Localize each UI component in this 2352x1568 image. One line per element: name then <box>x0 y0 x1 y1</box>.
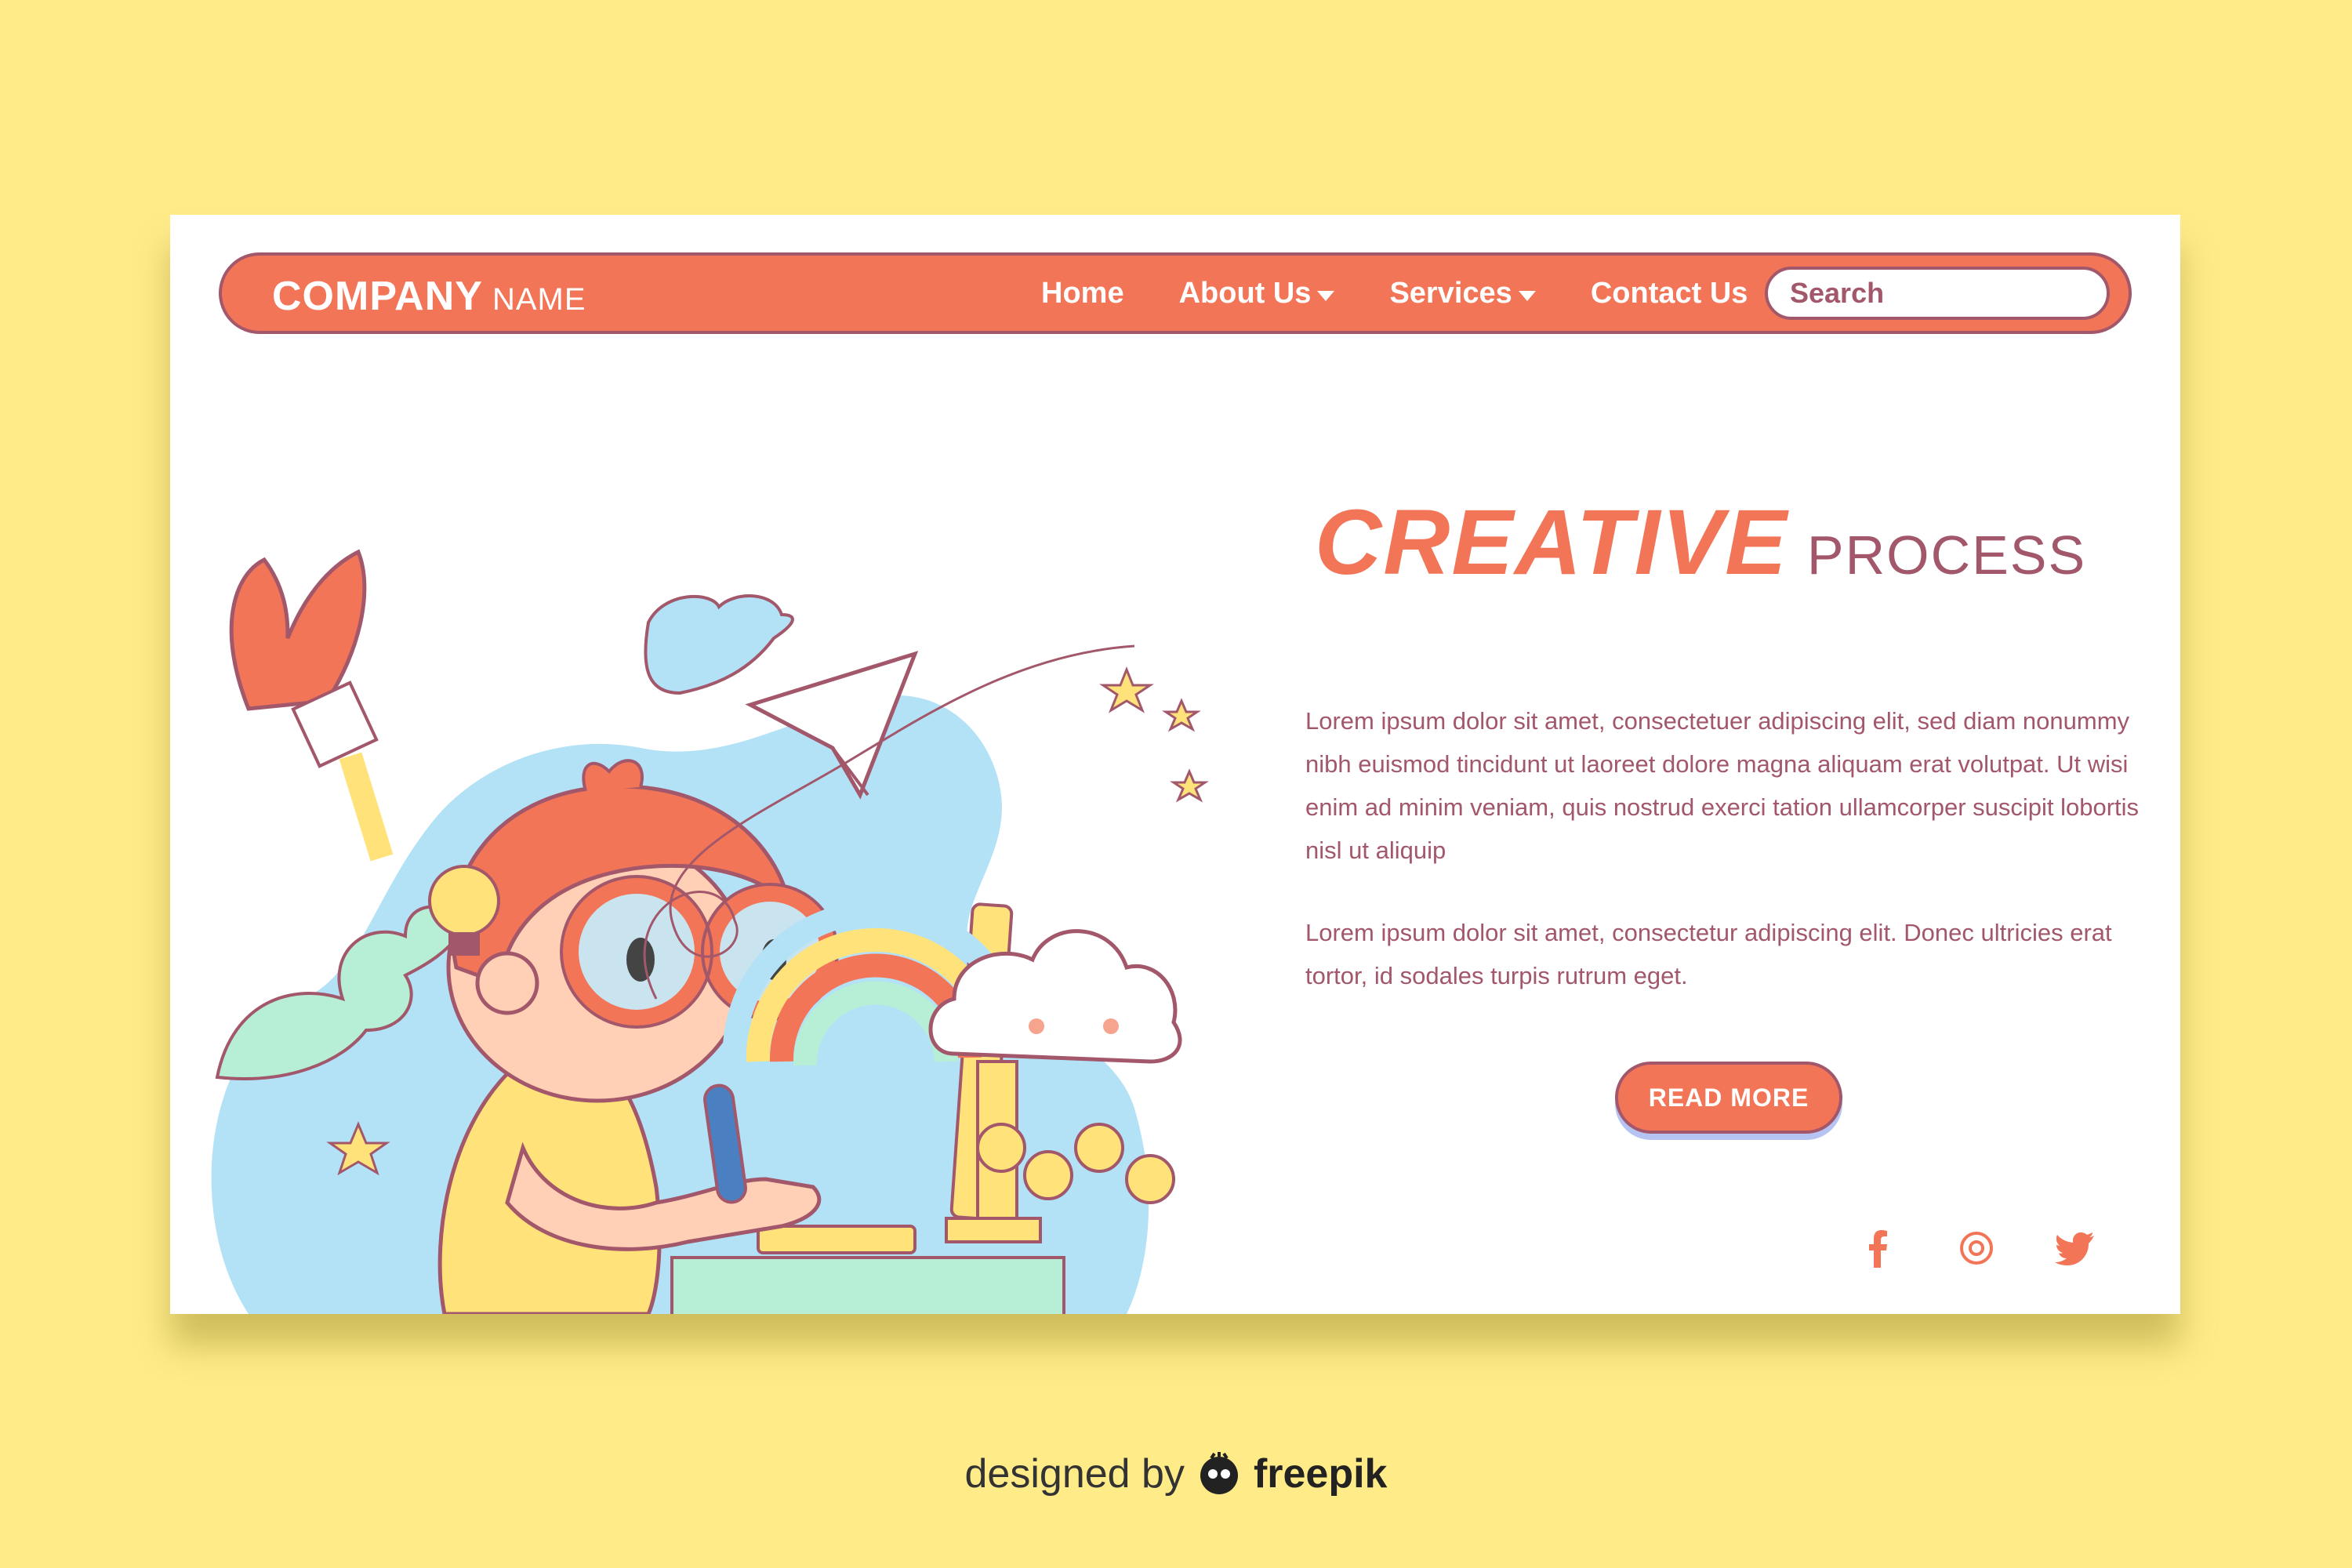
brand-logo[interactable]: COMPANY NAME <box>272 273 586 320</box>
nav-services-label: Services <box>1389 276 1512 310</box>
brand-company: COMPANY <box>272 274 483 319</box>
nav-contact-us-label: Contact Us <box>1590 276 1748 310</box>
chevron-down-icon <box>1317 290 1335 301</box>
hero-paragraph-1: Lorem ipsum dolor sit amet, consectetuer… <box>1305 707 2140 864</box>
nav-home-label: Home <box>1041 276 1124 310</box>
nav-links: Home About Us Services Contact Us <box>1041 256 1748 331</box>
hero-title-primary: CREATIVE <box>1315 491 1788 594</box>
freepik-logo-icon <box>1200 1452 1238 1494</box>
hero-title-secondary: PROCESS <box>1806 524 2087 586</box>
instagram-icon <box>1960 1232 1993 1265</box>
landing-card: COMPANY NAME Home About Us Services Cont… <box>170 215 2180 1314</box>
nav-home[interactable]: Home <box>1041 277 1124 310</box>
search-box <box>1765 267 2110 320</box>
twitter-link[interactable] <box>2053 1226 2097 1270</box>
credit-brand[interactable]: freepik <box>1254 1450 1388 1497</box>
attribution: designed by freepik <box>0 1450 2352 1497</box>
creative-person-illustration <box>211 549 1209 1314</box>
credit-prefix: designed by <box>964 1451 1185 1497</box>
hero-heading: CREATIVE PROCESS <box>1315 489 2086 596</box>
instagram-link[interactable] <box>1955 1226 1998 1270</box>
read-more-button[interactable]: READ MORE <box>1615 1062 1842 1134</box>
navbar: COMPANY NAME Home About Us Services Cont… <box>219 252 2132 334</box>
facebook-icon <box>1869 1230 1887 1268</box>
hero-paragraph-2: Lorem ipsum dolor sit amet, consectetur … <box>1305 919 2112 989</box>
search-input[interactable] <box>1768 270 2107 317</box>
twitter-icon <box>2055 1232 2094 1265</box>
chevron-down-icon <box>1518 290 1536 301</box>
nav-contact-us[interactable]: Contact Us <box>1591 277 1748 310</box>
nav-about-us-label: About Us <box>1178 276 1312 310</box>
hero-illustration <box>170 356 1377 1314</box>
facebook-link[interactable] <box>1856 1226 1900 1270</box>
nav-services[interactable]: Services <box>1389 276 1536 310</box>
social-links <box>1856 1226 2097 1270</box>
brand-name: NAME <box>492 282 586 317</box>
nav-about-us[interactable]: About Us <box>1179 277 1335 310</box>
